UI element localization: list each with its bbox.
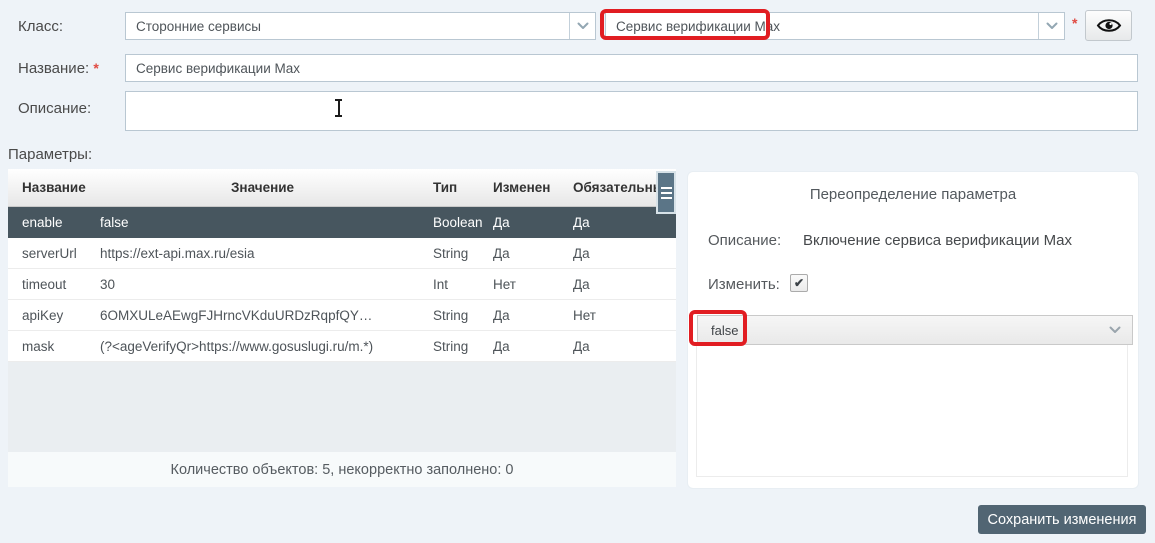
cell-name: mask — [8, 339, 100, 354]
checkmark-icon: ✔ — [794, 276, 804, 290]
eye-icon — [1096, 17, 1122, 34]
cell-type: String — [425, 308, 485, 323]
override-panel: Переопределение параметра Описание: Вклю… — [688, 172, 1138, 488]
save-button[interactable]: Сохранить изменения — [978, 505, 1146, 534]
cell-required: Да — [565, 215, 676, 230]
chevron-down-icon[interactable] — [569, 13, 595, 39]
class-label-text: Класс: — [18, 18, 63, 35]
cell-type: Int — [425, 277, 485, 292]
parameter-editor-page: Класс: Сторонние сервисы Сервис верифика… — [0, 0, 1155, 543]
parameter-value-select[interactable]: false — [697, 315, 1133, 345]
cell-type: String — [425, 246, 485, 261]
column-header-type[interactable]: Тип — [425, 180, 485, 195]
cell-value: 30 — [100, 277, 425, 292]
panel-description-value: Включение сервиса верификации Max — [803, 232, 1072, 249]
chevron-down-icon[interactable] — [1038, 13, 1064, 39]
table-row-timeout[interactable]: timeout 30 Int Нет Да — [8, 269, 676, 300]
class-label: Класс: — [18, 18, 63, 35]
cell-required: Да — [565, 277, 676, 292]
table-row-apikey[interactable]: apiKey 6OMXULeAEwgFJHrncVKduURDzRqpfQY… … — [8, 300, 676, 331]
name-label: Название: * — [18, 60, 99, 77]
cell-changed: Да — [485, 246, 565, 261]
class-instance-value: Сервис верификации Max — [606, 19, 1038, 34]
change-checkbox[interactable]: ✔ — [790, 274, 808, 292]
name-input-value: Сервис верификации Max — [136, 61, 300, 76]
class-instance-select[interactable]: Сервис верификации Max — [605, 12, 1065, 40]
text-cursor-icon — [334, 99, 343, 117]
parameter-value: false — [698, 323, 1098, 338]
change-label: Изменить: — [708, 276, 780, 293]
column-header-name[interactable]: Название — [8, 180, 100, 195]
column-header-changed[interactable]: Изменен — [485, 180, 565, 195]
cell-value: false — [100, 215, 425, 230]
cell-required: Да — [565, 246, 676, 261]
object-count-text: Количество объектов: 5, некорректно запо… — [171, 462, 514, 478]
table-row-serverurl[interactable]: serverUrl https://ext-api.max.ru/esia St… — [8, 238, 676, 269]
cell-value: https://ext-api.max.ru/esia — [100, 246, 425, 261]
parameters-section-label: Параметры: — [8, 146, 92, 163]
table-empty-area — [8, 362, 676, 452]
cell-name: apiKey — [8, 308, 100, 323]
required-marker: * — [93, 60, 98, 76]
description-input[interactable] — [125, 91, 1138, 131]
description-label: Описание: — [18, 100, 91, 117]
panel-empty-area — [696, 345, 1128, 477]
parameters-table: Название Значение Тип Изменен Обязательн… — [8, 169, 676, 487]
view-object-button[interactable] — [1085, 10, 1132, 41]
cell-name: timeout — [8, 277, 100, 292]
required-marker: * — [1072, 15, 1077, 31]
name-input[interactable]: Сервис верификации Max — [125, 54, 1138, 82]
column-header-value[interactable]: Значение — [100, 180, 425, 195]
table-menu-button[interactable] — [656, 171, 676, 214]
cell-type: String — [425, 339, 485, 354]
cell-required: Да — [565, 339, 676, 354]
panel-description-label: Описание: — [708, 232, 781, 249]
cell-type: Boolean — [425, 215, 485, 230]
cell-changed: Да — [485, 215, 565, 230]
cell-name: serverUrl — [8, 246, 100, 261]
table-footer: Количество объектов: 5, некорректно запо… — [8, 452, 676, 487]
cell-name: enable — [8, 215, 100, 230]
cell-required: Нет — [565, 308, 676, 323]
table-header-row: Название Значение Тип Изменен Обязательн… — [8, 169, 676, 207]
table-row-mask[interactable]: mask (?<ageVerifyQr>https://www.gosuslug… — [8, 331, 676, 362]
class-category-select[interactable]: Сторонние сервисы — [125, 12, 596, 40]
cell-changed: Нет — [485, 277, 565, 292]
cell-changed: Да — [485, 339, 565, 354]
table-row-enable[interactable]: enable false Boolean Да Да — [8, 207, 676, 238]
class-category-value: Сторонние сервисы — [126, 19, 569, 34]
cell-value: 6OMXULeAEwgFJHrncVKduURDzRqpfQY… — [100, 308, 425, 323]
cell-value: (?<ageVerifyQr>https://www.gosuslugi.ru/… — [100, 339, 425, 354]
description-label-text: Описание: — [18, 100, 91, 117]
name-label-text: Название: — [18, 60, 89, 77]
chevron-down-icon[interactable] — [1098, 326, 1132, 334]
cell-changed: Да — [485, 308, 565, 323]
panel-title: Переопределение параметра — [688, 186, 1138, 203]
